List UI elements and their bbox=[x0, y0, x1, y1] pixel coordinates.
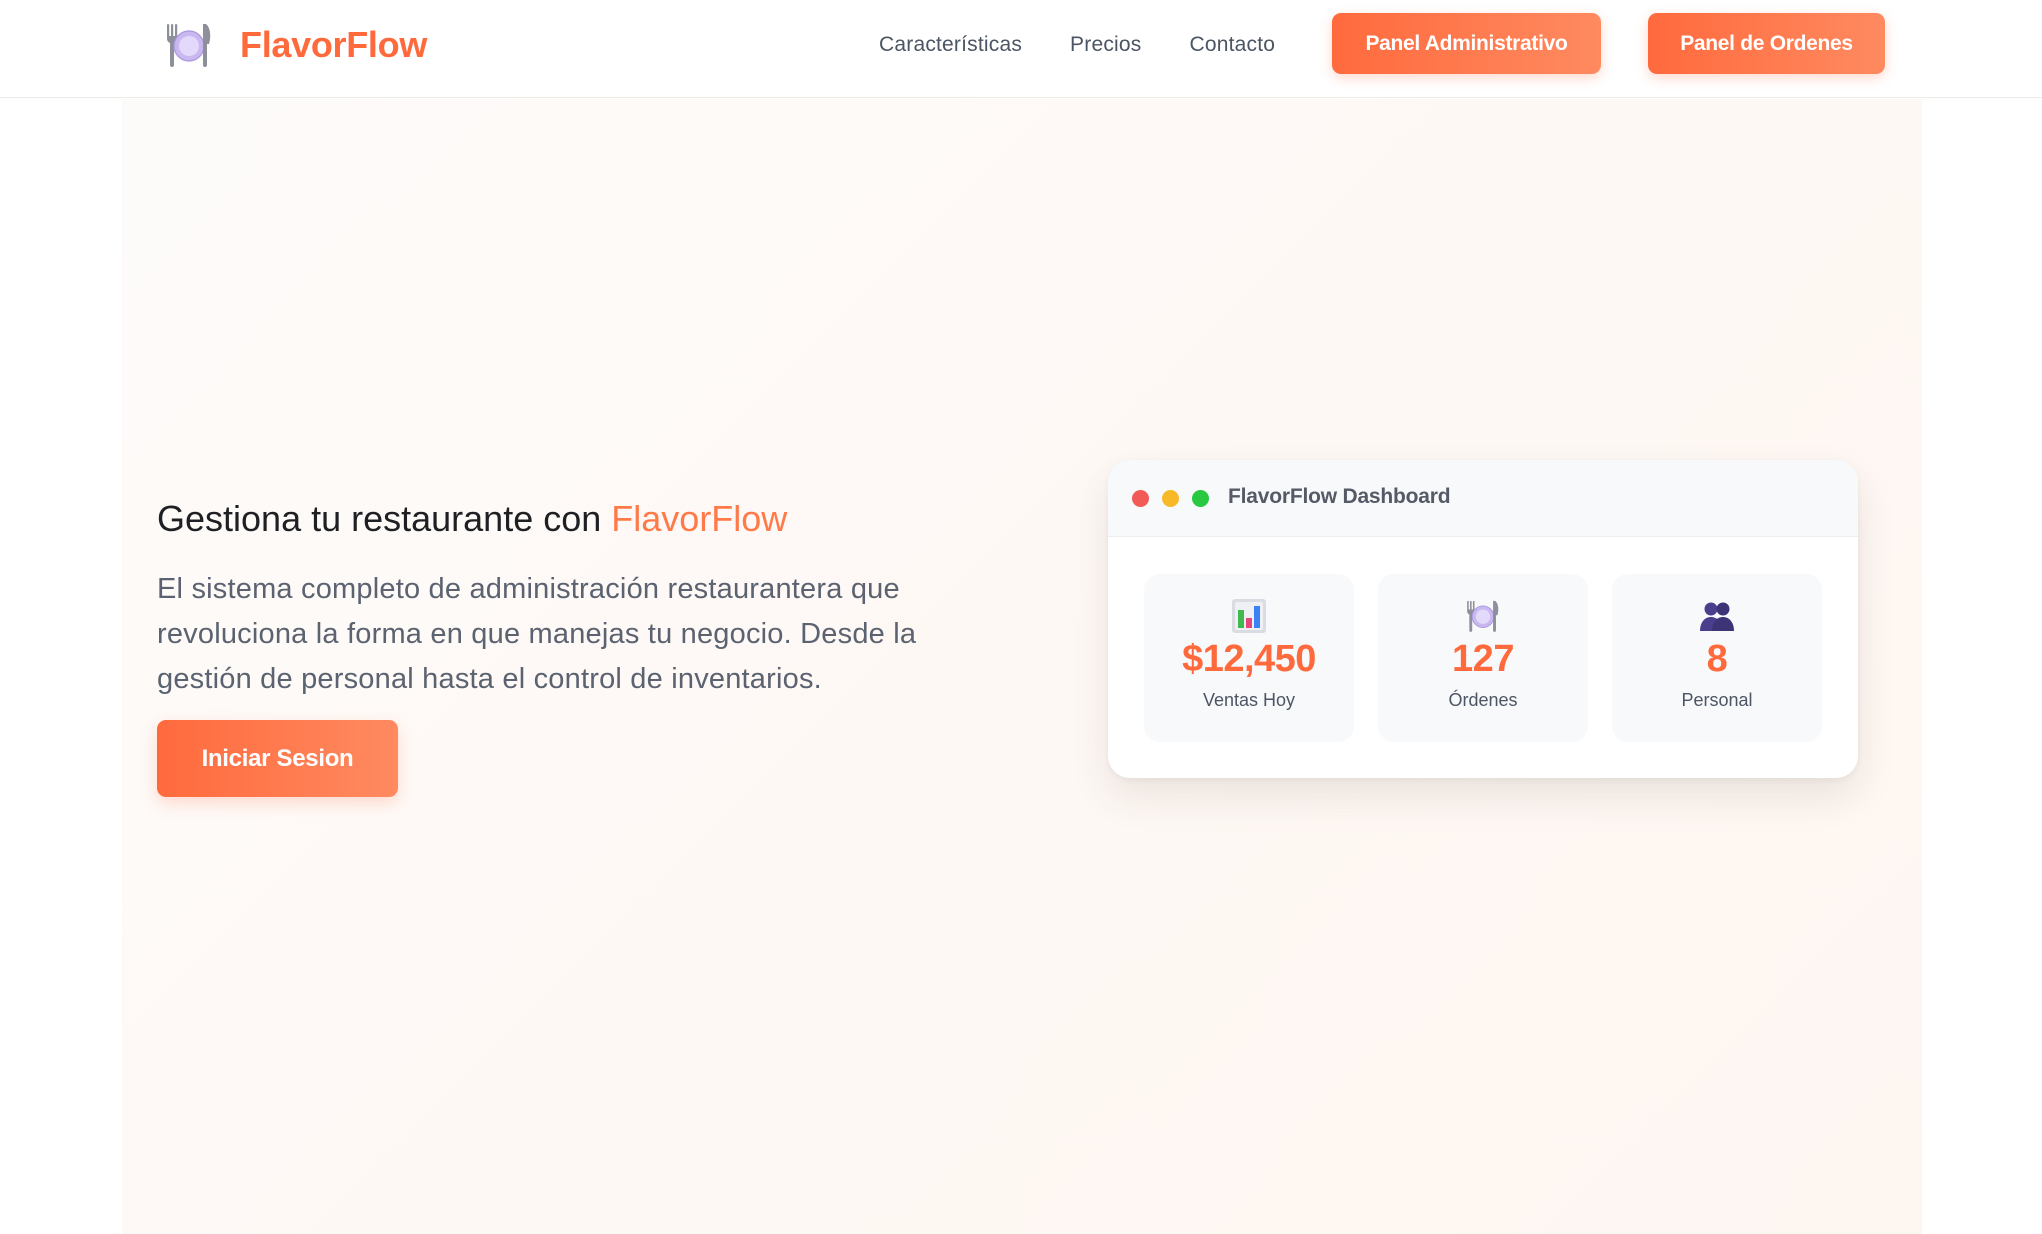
hero-title-prefix: Gestiona tu restaurante con bbox=[157, 498, 612, 539]
stat-card-sales: $12,450 Ventas Hoy bbox=[1144, 574, 1354, 742]
dashboard-title-bar: FlavorFlow Dashboard bbox=[1108, 460, 1858, 537]
people-icon bbox=[1700, 602, 1734, 631]
hero-description: El sistema completo de administración re… bbox=[157, 573, 917, 695]
nav-link-caracteristicas[interactable]: Características bbox=[879, 33, 1022, 57]
brand-name: FlavorFlow bbox=[240, 24, 428, 65]
orders-panel-button[interactable]: Panel de Ordenes bbox=[1648, 13, 1885, 74]
window-minimize-dot bbox=[1162, 490, 1179, 507]
window-close-dot bbox=[1132, 490, 1149, 507]
dashboard-preview-card: FlavorFlow Dashboard $12,450 Ventas Hoy … bbox=[1108, 460, 1858, 778]
main-nav: Características Precios Contacto bbox=[879, 27, 1275, 63]
login-button[interactable]: Iniciar Sesion bbox=[157, 720, 398, 797]
nav-link-contacto[interactable]: Contacto bbox=[1189, 33, 1275, 57]
brand-logo[interactable]: FlavorFlow bbox=[164, 20, 427, 70]
stat-card-staff: 8 Personal bbox=[1612, 574, 1822, 742]
stat-label-staff: Personal bbox=[1681, 690, 1753, 710]
dashboard-title: FlavorFlow Dashboard bbox=[1228, 485, 1451, 508]
hero-title-accent: FlavorFlow bbox=[611, 498, 788, 539]
bar-chart-icon bbox=[1232, 599, 1266, 633]
stat-value-sales: $12,450 bbox=[1182, 638, 1316, 680]
stat-value-orders: 127 bbox=[1452, 638, 1514, 680]
window-maximize-dot bbox=[1192, 490, 1209, 507]
hero-title: Gestiona tu restaurante con FlavorFlow bbox=[157, 497, 1057, 541]
plate-with-cutlery-icon bbox=[1467, 600, 1499, 632]
stat-value-staff: 8 bbox=[1706, 638, 1728, 680]
admin-panel-button[interactable]: Panel Administrativo bbox=[1332, 13, 1601, 74]
stat-label-orders: Órdenes bbox=[1448, 690, 1518, 710]
nav-link-precios[interactable]: Precios bbox=[1070, 33, 1141, 57]
stat-label-sales: Ventas Hoy bbox=[1202, 690, 1296, 710]
site-header: FlavorFlow Características Precios Conta… bbox=[0, 0, 2042, 98]
plate-with-cutlery-icon bbox=[167, 24, 211, 67]
stat-card-orders: 127 Órdenes bbox=[1378, 574, 1588, 742]
